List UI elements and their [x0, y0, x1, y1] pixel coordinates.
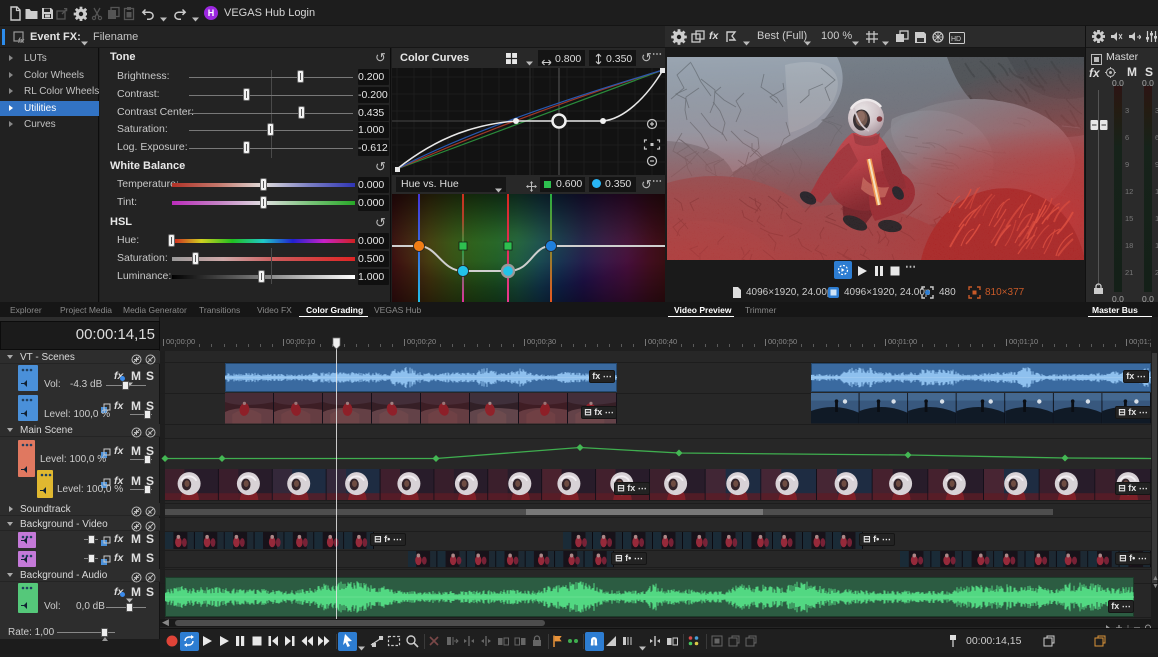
- svg-text:↺: ↺: [641, 178, 652, 191]
- svg-text:HD: HD: [951, 36, 961, 43]
- svg-text:↺: ↺: [375, 216, 386, 229]
- svg-text:↺: ↺: [375, 160, 386, 173]
- svg-text:↺: ↺: [641, 51, 652, 64]
- svg-text:↺: ↺: [375, 51, 386, 64]
- svg-text:fx: fx: [18, 38, 25, 44]
